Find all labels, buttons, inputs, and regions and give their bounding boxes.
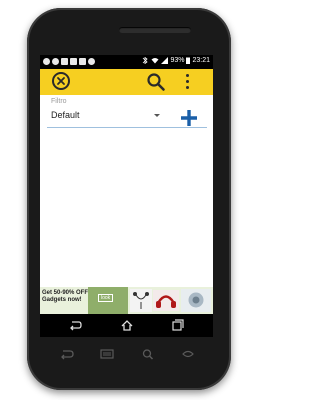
wifi-icon [151, 58, 159, 64]
phone-screen: 93% 23:21 Filtro Default Get 50-90% OFF … [40, 55, 213, 337]
phone-speaker [119, 27, 191, 33]
filter-selected-value: Default [51, 110, 80, 120]
battery-percent: 93% [170, 57, 185, 64]
overflow-menu-button[interactable] [183, 73, 191, 91]
app-bar [40, 69, 213, 95]
notification-icon [70, 58, 77, 65]
ad-image-earphones [130, 289, 152, 312]
bluetooth-icon [143, 57, 149, 64]
ad-image-speaker [181, 289, 211, 312]
filter-dropdown[interactable]: Default [51, 107, 162, 123]
dot [185, 86, 189, 89]
plus-icon [181, 110, 197, 126]
sync-icon [88, 58, 95, 65]
hardware-search-icon[interactable] [140, 348, 156, 360]
recent-apps-icon[interactable] [171, 319, 185, 332]
status-bar: 93% 23:21 [40, 55, 213, 69]
add-button[interactable] [179, 108, 199, 128]
close-button[interactable] [52, 72, 70, 90]
ad-image-headphones [153, 290, 179, 311]
search-button[interactable] [146, 72, 166, 92]
speaker-icon [188, 292, 204, 308]
search-icon [147, 73, 165, 91]
navigation-bar [40, 314, 213, 337]
back-icon[interactable] [68, 319, 82, 332]
dot [185, 74, 189, 77]
close-icon [57, 77, 65, 85]
notification-c-icon [43, 58, 50, 65]
ad-image-promo: look [88, 287, 128, 314]
ad-badge: look [98, 294, 114, 302]
home-icon[interactable] [120, 319, 134, 332]
earphones-icon [133, 292, 149, 309]
image-icon [79, 58, 86, 65]
system-icons: 93% 23:21 [141, 57, 210, 64]
hardware-home-icon[interactable] [180, 348, 196, 360]
dot [185, 80, 189, 83]
filter-label: Filtro [51, 98, 67, 105]
email-icon [61, 58, 68, 65]
dropdown-arrow-icon [154, 113, 160, 117]
hardware-buttons [44, 343, 212, 367]
status-time: 23:21 [192, 57, 210, 64]
ad-banner[interactable]: Get 50-90% OFF Gadgets now! look [40, 287, 213, 314]
notification-icons [43, 58, 95, 65]
signal-icon [161, 57, 169, 64]
whatsapp-icon [52, 58, 59, 65]
battery-icon [186, 57, 191, 64]
hardware-menu-icon[interactable] [99, 348, 115, 360]
ad-text: Get 50-90% OFF Gadgets now! [42, 290, 89, 303]
headphones-icon [156, 295, 176, 308]
hardware-back-icon[interactable] [58, 348, 74, 360]
